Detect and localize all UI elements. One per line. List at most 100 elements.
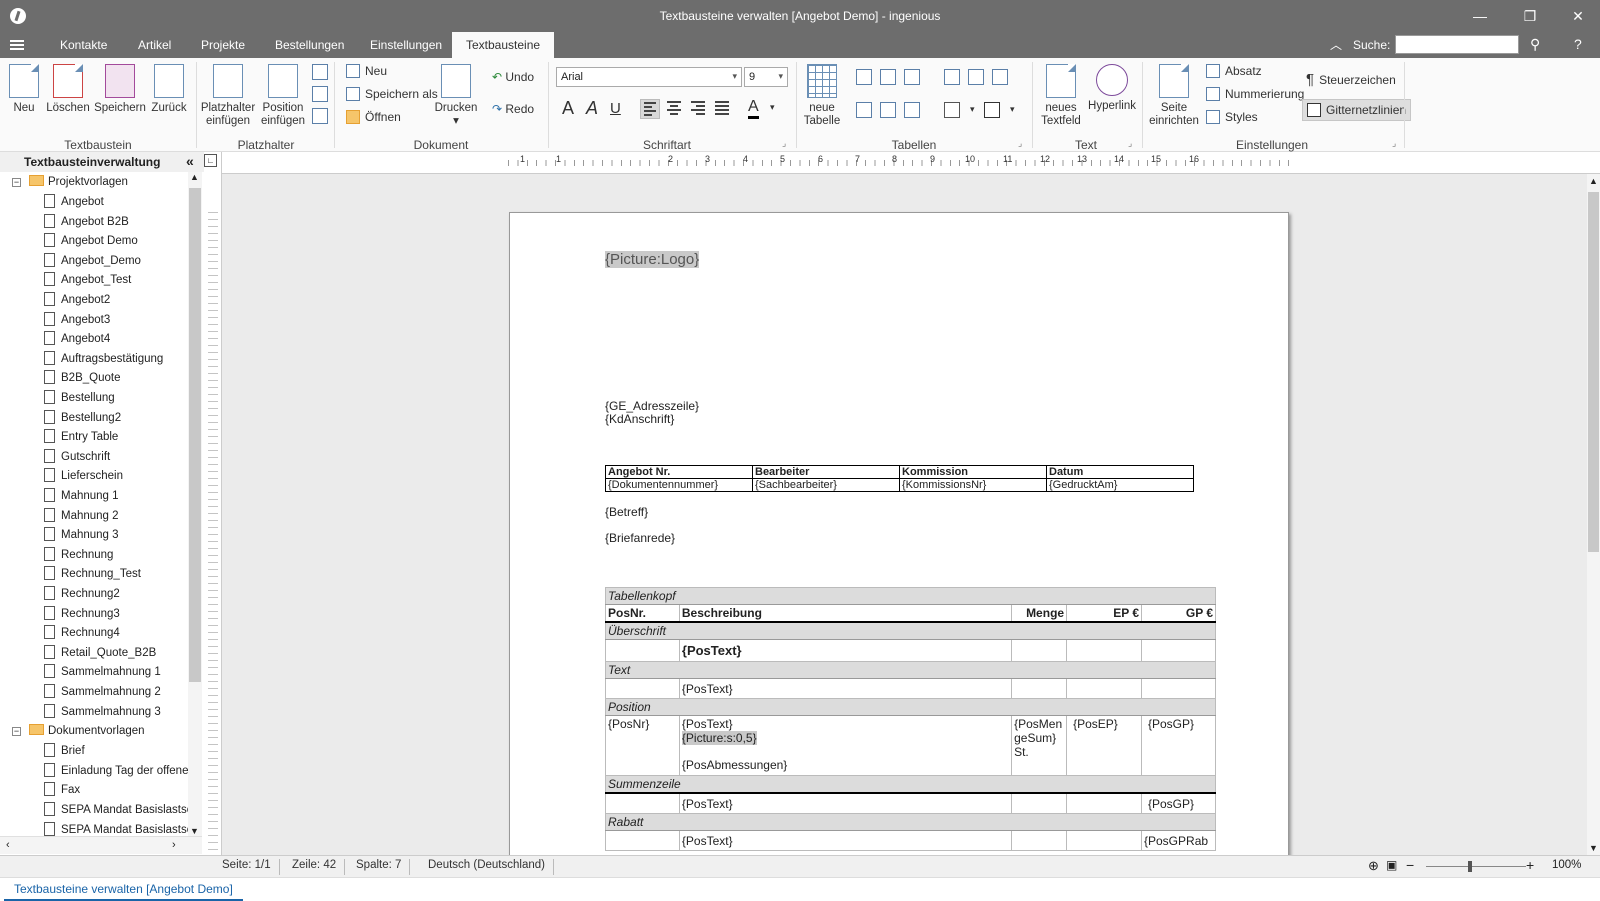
zurueck-button[interactable]: Zurück [150,64,188,115]
table-cell[interactable]: {PosText} [678,829,1013,851]
table-cell[interactable]: {PosNr} [605,715,680,776]
tree-item[interactable]: Sammelmahnung 2 [0,682,188,702]
tree-item[interactable]: Gutschrift [0,447,188,467]
table-cell[interactable]: {PosText} [678,792,1013,814]
tree-scrollbar[interactable]: ▲ ▼ [188,172,202,836]
positions-table[interactable]: Tabellenkopf PosNr. Beschreibung Menge E… [605,587,1216,851]
delete-column-icon[interactable] [904,69,920,85]
scroll-down-icon[interactable]: ▼ [1589,843,1598,853]
document-scroll-thumb[interactable] [1588,192,1599,552]
tab-projekte[interactable]: Projekte [187,32,259,58]
tree-scroll-thumb[interactable] [189,188,201,682]
steuerzeichen-button[interactable]: ¶ Steuerzeichen [1306,71,1396,88]
subject-field[interactable]: {Betreff} [605,505,648,519]
tree-item[interactable]: Mahnung 1 [0,486,188,506]
table-header-cell[interactable]: Kommission [899,465,1047,479]
hyperlink-button[interactable]: Hyperlink [1088,64,1136,113]
tab-bestellungen[interactable]: Bestellungen [261,32,358,58]
collapse-ribbon-icon[interactable]: ︿ [1330,36,1342,53]
column-width-icon[interactable] [992,69,1008,85]
fill-color-dropdown-icon[interactable]: ▾ [970,104,975,115]
column-header[interactable]: EP € [1066,604,1142,623]
font-family-select[interactable]: Arial [556,67,742,87]
tree-item[interactable]: Entry Table [0,427,188,447]
table-cell[interactable] [1011,792,1068,814]
table-cell[interactable] [605,829,680,851]
dialog-launcher-icon[interactable]: ⌟ [1128,138,1132,149]
table-cell[interactable]: {PosEP} [1066,715,1142,776]
dialog-launcher-icon[interactable]: ⌟ [782,138,786,149]
tab-einstellungen[interactable]: Einstellungen [356,32,456,58]
dimensions-field[interactable]: {PosAbmessungen} [682,758,1009,772]
column-header[interactable]: Beschreibung [678,604,1013,623]
tab-kontakte[interactable]: Kontakte [46,32,121,58]
close-button[interactable]: ✕ [1558,4,1598,28]
underline-icon[interactable]: U [610,100,621,117]
column-header[interactable]: PosNr. [605,604,680,623]
insert-column-right-icon[interactable] [880,69,896,85]
table-cell[interactable] [1066,639,1142,662]
help-icon[interactable]: ? [1574,36,1582,52]
borders-icon[interactable] [984,102,1000,118]
table-cell[interactable]: {PosText} [678,639,1013,662]
band-label[interactable]: Überschrift [605,621,1216,640]
tree-item[interactable]: Sammelmahnung 1 [0,662,188,682]
table-cell[interactable]: {PosMen geSum} St. [1011,715,1068,776]
italic-icon[interactable]: A [586,98,598,119]
tree-item[interactable]: Angebot3 [0,310,188,330]
tree-item[interactable]: Bestellung2 [0,408,188,428]
scroll-left-icon[interactable]: ‹ [6,839,10,851]
fit-page-icon[interactable]: ⊕ [1368,858,1379,874]
table-cell[interactable] [1066,678,1142,699]
tree-item[interactable]: Bestellung [0,388,188,408]
collapse-icon[interactable]: − [12,178,21,187]
tree-item[interactable]: Fax [0,780,188,800]
table-cell[interactable]: {PosText} [678,678,1013,699]
tree-folder[interactable]: − Projektvorlagen [0,172,188,192]
table-cell[interactable] [1011,829,1068,851]
dialog-launcher-icon[interactable]: ⌟ [1392,138,1396,149]
table-cell[interactable]: {PosGP} [1141,792,1216,814]
platzhalter-einfuegen-button[interactable]: Platzhalter einfügen [200,64,256,128]
merge-cells-icon[interactable] [944,69,960,85]
font-size-select[interactable]: 9 [744,67,788,87]
table-cell[interactable]: {KommissionsNr} [899,478,1047,492]
tree-item[interactable]: Lieferschein [0,466,188,486]
doc-tab-textbausteine[interactable]: Textbausteine verwalten [Angebot Demo] [4,878,243,901]
tab-stop-selector-icon[interactable]: ∟ [204,154,217,167]
table-cell[interactable] [605,792,680,814]
offer-info-table[interactable]: Angebot Nr. Bearbeiter Kommission Datum … [605,465,1194,492]
align-justify-icon[interactable] [712,99,732,119]
table-header-cell[interactable]: Datum [1046,465,1194,479]
zoom-slider[interactable] [1426,866,1526,867]
band-label[interactable]: Summenzeile [605,775,1216,794]
tree-item[interactable]: Angebot2 [0,290,188,310]
table-header-cell[interactable]: Angebot Nr. [605,465,753,479]
page-break-icon[interactable] [312,108,328,124]
tree-item[interactable]: Rechnung [0,545,188,565]
table-cell[interactable] [605,678,680,699]
borders-dropdown-icon[interactable]: ▾ [1010,104,1015,115]
align-right-icon[interactable] [688,99,708,119]
neues-textfeld-button[interactable]: neues Textfeld [1038,64,1084,128]
redo-button[interactable]: ↷ Redo [492,102,534,116]
neue-tabelle-button[interactable]: neue Tabelle [802,64,842,128]
tree-folder[interactable]: − Dokumentvorlagen [0,721,188,741]
styles-button[interactable]: Styles [1206,110,1258,124]
customer-address-field[interactable]: {KdAnschrift} [605,412,674,426]
tree-item[interactable]: B2B_Quote [0,368,188,388]
position-einfuegen-button[interactable]: Position einfügen [260,64,306,128]
postext-field[interactable]: {PosText} [682,717,1009,731]
band-label[interactable]: Tabellenkopf [605,587,1216,605]
tree-item[interactable]: Retail_Quote_B2B [0,643,188,663]
search-input[interactable] [1395,35,1519,54]
column-header[interactable]: GP € [1141,604,1216,623]
band-label[interactable]: Text [605,661,1216,679]
document-page[interactable]: {Picture:Logo} {GE_Adresszeile} {KdAnsch… [509,212,1289,855]
table-cell[interactable]: {PosText} {Picture:s:0,5} {PosAbmessunge… [678,715,1013,776]
document-canvas[interactable]: {Picture:Logo} {GE_Adresszeile} {KdAnsch… [222,174,1587,855]
undo-button[interactable]: ↶ Undo [492,70,534,84]
copy-icon[interactable] [312,86,328,102]
tree-item[interactable]: Rechnung4 [0,623,188,643]
address-line-field[interactable]: {GE_Adresszeile} [605,399,699,413]
